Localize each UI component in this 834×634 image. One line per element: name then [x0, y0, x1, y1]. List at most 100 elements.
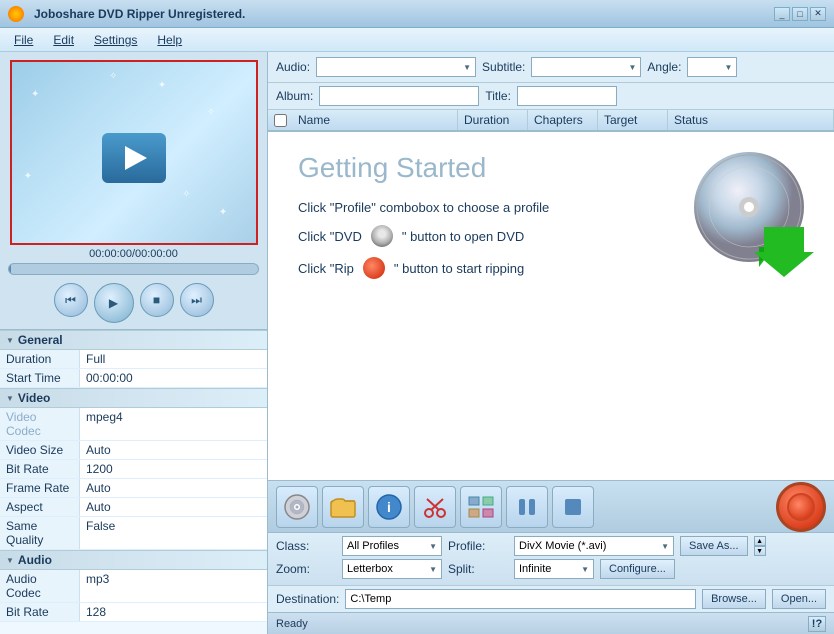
class-label: Class: — [276, 539, 336, 553]
save-as-button[interactable]: Save As... — [680, 536, 748, 556]
videosize-label: Video Size — [0, 441, 80, 459]
destination-input[interactable] — [345, 589, 696, 609]
col-target: Target — [598, 110, 668, 130]
col-name: Name — [292, 110, 458, 130]
angle-combo[interactable]: ▼ — [687, 57, 737, 77]
gs-step2-prefix: Click "DVD — [298, 229, 362, 244]
prop-row-videosize: Video Size Auto — [0, 441, 267, 460]
preview-area: ✦ ✦ ✧ ✦ ✧ ✦ ✧ — [10, 60, 258, 245]
profile-label: Profile: — [448, 539, 508, 553]
configure-button[interactable]: Configure... — [600, 559, 675, 579]
progress-bar-container[interactable] — [8, 263, 259, 275]
split-combo[interactable]: Infinite ▼ — [514, 559, 594, 579]
album-title-row: Album: Title: — [268, 83, 834, 110]
audio-combo[interactable]: ▼ — [316, 57, 476, 77]
duration-label: Duration — [0, 350, 80, 368]
zoom-combo-value: Letterbox — [347, 563, 393, 575]
rewind-button[interactable]: ⏮ — [54, 283, 88, 317]
album-field-label: Album: — [276, 89, 313, 103]
split-combo-arrow: ▼ — [581, 565, 589, 574]
starttime-label: Start Time — [0, 369, 80, 387]
class-combo[interactable]: All Profiles ▼ — [342, 536, 442, 556]
section-video: ▼ Video — [0, 388, 267, 408]
forward-button[interactable]: ⏭ — [180, 283, 214, 317]
profile-combo[interactable]: DivX Movie (*.avi) ▼ — [514, 536, 674, 556]
prop-row-samequality: Same Quality False — [0, 517, 267, 550]
titlebar: Joboshare DVD Ripper Unregistered. _ □ ✕ — [0, 0, 834, 28]
timecode-display: 00:00:00/00:00:00 — [0, 245, 267, 263]
zoom-combo[interactable]: Letterbox ▼ — [342, 559, 442, 579]
framerate-value: Auto — [80, 479, 267, 497]
sparkle: ✦ — [24, 171, 32, 182]
title-input[interactable] — [517, 86, 617, 106]
titlebar-title: Joboshare DVD Ripper Unregistered. — [8, 6, 245, 22]
info-button[interactable]: i — [368, 486, 410, 528]
open-dvd-icon — [283, 493, 311, 521]
open-button[interactable]: Open... — [772, 589, 826, 609]
menu-settings[interactable]: Settings — [84, 31, 147, 49]
audio-combo-arrow: ▼ — [463, 63, 471, 72]
aspect-value: Auto — [80, 498, 267, 516]
play-icon-bg — [102, 133, 166, 183]
info-icon: i — [375, 493, 403, 521]
stop-icon — [559, 493, 587, 521]
audiocodec-label: Audio Codec — [0, 570, 80, 602]
videocodec-label: Video Codec — [0, 408, 80, 440]
play-button[interactable]: ▶ — [94, 283, 134, 323]
zoom-label: Zoom: — [276, 562, 336, 576]
status-text: Ready — [276, 618, 308, 630]
bitrate-value: 1200 — [80, 460, 267, 478]
split-label: Split: — [448, 562, 508, 576]
class-combo-value: All Profiles — [347, 540, 399, 552]
duration-value: Full — [80, 350, 267, 368]
menu-file[interactable]: File — [4, 31, 43, 49]
open-dvd-button[interactable] — [276, 486, 318, 528]
dvd-graphic — [684, 152, 814, 282]
rip-button[interactable] — [776, 482, 826, 532]
prop-row-duration: Duration Full — [0, 350, 267, 369]
save-as-up[interactable]: ▲ — [754, 536, 766, 546]
scissors-icon — [421, 493, 449, 521]
class-combo-arrow: ▼ — [429, 542, 437, 551]
pause-button[interactable] — [506, 486, 548, 528]
menu-edit[interactable]: Edit — [43, 31, 84, 49]
title-field-label: Title: — [485, 89, 511, 103]
starttime-value: 00:00:00 — [80, 369, 267, 387]
gs-step3-prefix: Click "Rip — [298, 261, 354, 276]
help-button[interactable]: !? — [808, 616, 826, 632]
prop-row-audiobitrate: Bit Rate 128 — [0, 603, 267, 622]
col-chapters: Chapters — [528, 110, 598, 130]
close-button[interactable]: ✕ — [810, 7, 826, 21]
browse-button[interactable]: Browse... — [702, 589, 766, 609]
check-all-checkbox[interactable] — [274, 114, 287, 127]
menubar: File Edit Settings Help — [0, 28, 834, 52]
menu-help[interactable]: Help — [147, 31, 192, 49]
minimize-button[interactable]: _ — [774, 7, 790, 21]
title-text: Joboshare DVD Ripper Unregistered. — [34, 7, 245, 21]
subtitle-field-label: Subtitle: — [482, 60, 525, 74]
samequality-value: False — [80, 517, 267, 549]
prop-row-framerate: Frame Rate Auto — [0, 479, 267, 498]
properties-panel: ▼ General Duration Full Start Time 00:00… — [0, 329, 267, 634]
svg-text:i: i — [387, 499, 391, 515]
section-audio: ▼ Audio — [0, 550, 267, 570]
top-fields: Audio: ▼ Subtitle: ▼ Angle: ▼ — [268, 52, 834, 83]
cut-button[interactable] — [414, 486, 456, 528]
audio-field-label: Audio: — [276, 60, 310, 74]
stop-button[interactable]: ■ — [140, 283, 174, 317]
framerate-label: Frame Rate — [0, 479, 80, 497]
open-folder-button[interactable] — [322, 486, 364, 528]
effect-button[interactable] — [460, 486, 502, 528]
videosize-value: Auto — [80, 441, 267, 459]
list-check-all[interactable] — [268, 111, 292, 130]
audiocodec-value: mp3 — [80, 570, 267, 602]
sparkle: ✧ — [109, 71, 117, 82]
album-input[interactable] — [319, 86, 479, 106]
stop-rip-button[interactable] — [552, 486, 594, 528]
player-controls: ⏮ ▶ ■ ⏭ — [0, 279, 267, 329]
angle-combo-arrow: ▼ — [725, 63, 733, 72]
audiobitrate-value: 128 — [80, 603, 267, 621]
maximize-button[interactable]: □ — [792, 7, 808, 21]
save-as-down[interactable]: ▼ — [754, 546, 766, 556]
subtitle-combo[interactable]: ▼ — [531, 57, 641, 77]
